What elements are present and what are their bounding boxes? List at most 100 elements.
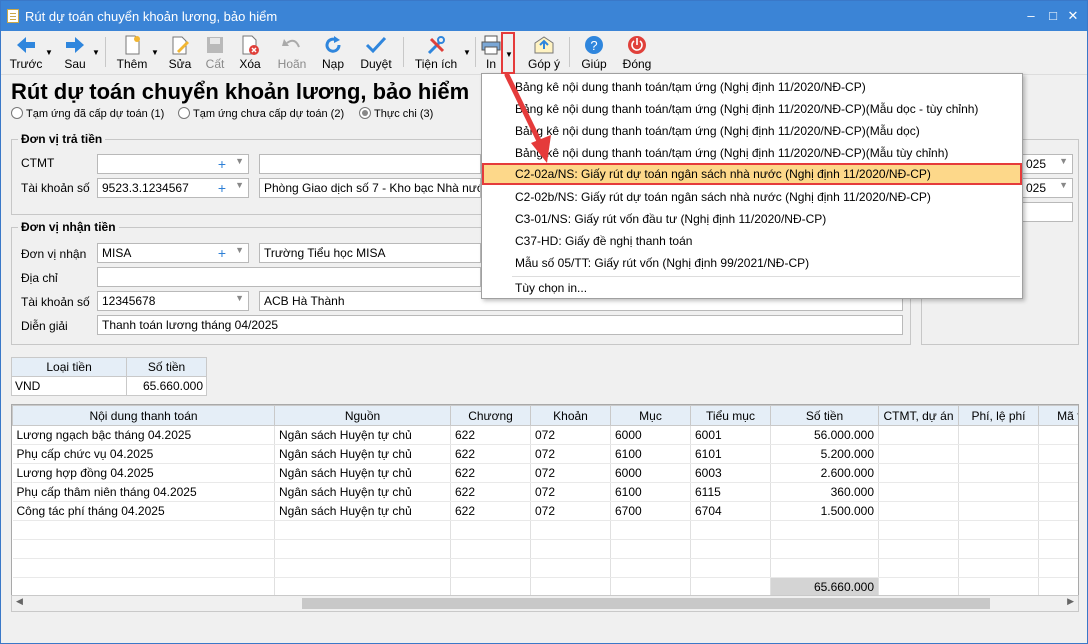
empty-row[interactable]	[12, 558, 1078, 578]
menu-item[interactable]: Mẫu số 05/TT: Giấy rút vốn (Nghị định 99…	[482, 252, 1022, 274]
chevron-down-icon[interactable]: ▼	[45, 49, 53, 57]
column-header[interactable]: CTMT, dự án	[878, 405, 959, 426]
table-row[interactable]: Phụ cấp thâm niên tháng 04.2025 Ngân sách…	[12, 482, 1078, 502]
currency-cell[interactable]: VND	[10, 376, 128, 396]
feedback-icon	[534, 36, 554, 54]
edit-button[interactable]: Sửa	[163, 33, 197, 73]
payer-group-title: Đơn vị trả tiền	[18, 132, 106, 146]
chevron-down-icon[interactable]: ▼	[235, 180, 244, 190]
column-header[interactable]: Mã thố	[1038, 405, 1078, 426]
right-panel-input[interactable]	[1021, 202, 1073, 222]
print-button[interactable]: In	[481, 33, 501, 73]
column-header[interactable]: Nguồn	[274, 405, 451, 426]
chevron-down-icon[interactable]: ▼	[235, 156, 244, 166]
menu-item[interactable]: C2-02b/NS: Giấy rút dự toán ngân sách nh…	[482, 186, 1022, 208]
table-row[interactable]: Phụ cấp chức vụ 04.2025 Ngân sách Huyện t…	[12, 444, 1078, 464]
menu-item[interactable]: C3-01/NS: Giấy rút vốn đầu tư (Nghị định…	[482, 208, 1022, 230]
menu-item[interactable]: Bảng kê nội dung thanh toán/tạm ứng (Ngh…	[482, 98, 1022, 120]
menu-item-print-options[interactable]: Tùy chọn in...	[482, 277, 1022, 299]
chevron-down-icon[interactable]: ▼	[463, 49, 471, 57]
table-row[interactable]: Lương hợp đồng 04.2025 Ngân sách Huyện tự…	[12, 463, 1078, 483]
scrollbar-thumb[interactable]	[302, 598, 990, 609]
power-icon	[628, 36, 646, 54]
date-input-2[interactable]: 025 ▼	[1021, 178, 1073, 198]
column-header[interactable]: Nội dung thanh toán	[12, 405, 275, 426]
menu-item-selected[interactable]: C2-02a/NS: Giấy rút dự toán ngân sách nh…	[482, 163, 1022, 185]
payer-account-label: Tài khoản số	[21, 181, 90, 195]
payee-account-label: Tài khoản số	[21, 295, 90, 309]
chevron-down-icon[interactable]: ▼	[1059, 156, 1068, 166]
payee-account-input[interactable]: 12345678 ▼	[97, 291, 249, 311]
toolbar: Trước ▼ Sau ▼ Thêm ▼ Sửa Cất Xóa Hoãn Nạ…	[1, 31, 1087, 75]
column-header[interactable]: Số tiền	[770, 405, 879, 426]
radio-advance-unallocated[interactable]: Tạm ứng chưa cấp dự toán (2)	[178, 107, 344, 120]
radio-advance-allocated[interactable]: Tạm ứng đã cấp dự toán (1)	[11, 107, 164, 120]
close-form-button[interactable]: Đóng	[619, 33, 655, 73]
chevron-down-icon[interactable]: ▼	[151, 49, 159, 57]
column-header[interactable]: Chương	[450, 405, 531, 426]
toolbar-separator	[403, 37, 404, 67]
table-row[interactable]: Lương ngạch bậc tháng 04.2025 Ngân sách H…	[12, 425, 1078, 445]
payee-unit-name-input[interactable]: Trường Tiểu học MISA	[259, 243, 481, 263]
column-header[interactable]: Khoản	[530, 405, 611, 426]
chevron-down-icon[interactable]: ▼	[235, 245, 244, 255]
arrow-right-icon	[66, 37, 84, 53]
column-header[interactable]: Tiểu mục	[690, 405, 771, 426]
description-input[interactable]: Thanh toán lương tháng 04/2025	[97, 315, 903, 335]
refresh-icon	[325, 36, 341, 53]
radio-actual-expense[interactable]: Thực chi (3)	[359, 107, 433, 120]
payee-unit-input[interactable]: MISA + ▼	[97, 243, 249, 263]
total-row: 65.660.000	[12, 577, 1078, 597]
svg-text:?: ?	[590, 38, 597, 53]
undo-button[interactable]: Hoãn	[273, 33, 311, 73]
menu-item[interactable]: Bảng kê nội dung thanh toán/tạm ứng (Ngh…	[482, 76, 1022, 98]
scroll-left-icon[interactable]: ◀	[16, 596, 23, 607]
menu-item[interactable]: Bảng kê nội dung thanh toán/tạm ứng (Ngh…	[482, 120, 1022, 142]
add-icon[interactable]: +	[218, 245, 226, 261]
ctmt-name-input[interactable]	[259, 154, 481, 174]
menu-item[interactable]: C37-HD: Giấy đề nghị thanh toán	[482, 230, 1022, 252]
delete-icon	[242, 35, 259, 55]
tools-icon	[427, 36, 445, 55]
prev-button[interactable]: Trước	[7, 33, 45, 73]
column-header[interactable]: Mục	[610, 405, 691, 426]
undo-icon	[282, 39, 300, 48]
feedback-button[interactable]: Góp ý	[523, 33, 565, 73]
date-input-1[interactable]: 025 ▼	[1021, 154, 1073, 174]
address-input[interactable]	[97, 267, 481, 287]
ctmt-label: CTMT	[21, 156, 55, 170]
arrow-left-icon	[17, 37, 35, 53]
empty-row[interactable]	[12, 539, 1078, 559]
minimize-button[interactable]: –	[1021, 7, 1041, 25]
chevron-down-icon[interactable]: ▼	[235, 293, 244, 303]
scroll-right-icon[interactable]: ▶	[1067, 596, 1074, 607]
menu-item[interactable]: Bảng kê nội dung thanh toán/tạm ứng (Ngh…	[482, 142, 1022, 164]
annotation-highlight-box	[501, 32, 515, 74]
amount-cell[interactable]: 65.660.000	[126, 376, 207, 396]
column-header[interactable]: Phí, lệ phí	[958, 405, 1039, 426]
save-button[interactable]: Cất	[199, 33, 231, 73]
amount-header: Số tiền	[126, 357, 207, 377]
next-button[interactable]: Sau	[57, 33, 93, 73]
payer-bank-input[interactable]: Phòng Giao dịch số 7 - Kho bạc Nhà nước …	[259, 178, 481, 198]
horizontal-scrollbar[interactable]: ◀ ▶	[11, 595, 1079, 612]
empty-row[interactable]	[12, 520, 1078, 540]
approve-button[interactable]: Duyệt	[356, 33, 396, 73]
help-button[interactable]: ? Giúp	[577, 33, 611, 73]
table-row[interactable]: Công tác phí tháng 04.2025 Ngân sách Huyệ…	[12, 501, 1078, 521]
utilities-button[interactable]: Tiện ích	[411, 33, 461, 73]
toolbar-separator	[569, 37, 570, 67]
delete-button[interactable]: Xóa	[234, 33, 266, 73]
chevron-down-icon[interactable]: ▼	[1059, 180, 1068, 190]
payee-unit-label: Đơn vị nhận	[21, 247, 87, 261]
help-icon: ?	[585, 36, 603, 54]
ctmt-input[interactable]: + ▼	[97, 154, 249, 174]
reload-button[interactable]: Nạp	[315, 33, 351, 73]
maximize-button[interactable]: □	[1043, 7, 1063, 25]
chevron-down-icon[interactable]: ▼	[92, 49, 100, 57]
payer-account-input[interactable]: 9523.3.1234567 + ▼	[97, 178, 249, 198]
add-icon[interactable]: +	[218, 156, 226, 172]
close-button[interactable]: ✕	[1063, 7, 1083, 25]
add-icon[interactable]: +	[218, 180, 226, 196]
add-button[interactable]: Thêm	[113, 33, 151, 73]
